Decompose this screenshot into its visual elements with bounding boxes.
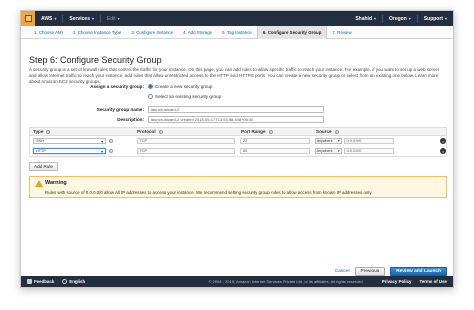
feedback-link[interactable]: Feedback [27,279,54,284]
radio-select-existing[interactable]: Select an existing security group [148,94,221,99]
wizard-step-review[interactable]: 7. Review [327,26,356,39]
radio-unselected-icon[interactable] [148,94,153,99]
page-description: A security group is a set of firewall ru… [29,67,440,84]
aws-logo-icon[interactable] [21,11,35,26]
warning-box: Warning Rules with source of 0.0.0.0/0 a… [29,176,447,198]
info-icon[interactable]: i [109,139,113,143]
chevron-down-icon: ▾ [54,16,57,21]
wizard-step-security-group[interactable]: 6. Configure Security Group [256,25,328,39]
info-icon[interactable]: i [268,129,273,134]
assign-row: Assign a security group: Create a new se… [29,84,212,89]
nav-region[interactable]: Oregon ▾ [383,16,417,22]
add-rule-button[interactable]: Add Rule [29,162,58,171]
nav-edit[interactable]: Edit ▾ [101,16,126,22]
remove-rule-icon[interactable]: × [440,148,446,154]
security-group-name-input[interactable]: launch-wizard-2 [148,106,324,113]
rules-header: Type i Protocol i Port Range i Source i [30,128,446,136]
info-icon[interactable]: i [158,129,163,134]
name-label: Security group name: [96,107,144,112]
remove-rule-icon[interactable]: × [440,138,446,144]
chevron-down-icon: ▾ [374,16,377,21]
header-type: Type [33,129,44,134]
browser-window: AWS ▾ Services ▾ Edit ▾ Shahid ▾ Oregon ▾ Sup… [20,10,454,288]
privacy-policy-link[interactable]: Privacy Policy [382,279,412,284]
header-port-range: Port Range [241,129,266,134]
chevron-down-icon: ▾ [444,16,447,21]
port-range-field: 22 [240,138,310,144]
review-and-launch-button[interactable]: Review and Launch [390,266,447,276]
header-source: Source [316,129,332,134]
nav-support[interactable]: Support ▾ [418,16,453,22]
warning-icon [35,180,43,187]
chevron-down-icon: ▾ [337,149,340,153]
top-nav: AWS ▾ Services ▾ Edit ▾ Shahid ▾ Oregon ▾ Sup… [21,11,453,26]
description-label: Description: [117,117,144,122]
chevron-down-icon: ▾ [101,149,103,154]
source-select[interactable]: Anywhere ▾ [314,148,342,154]
chevron-down-icon: ▾ [117,16,120,21]
type-select[interactable]: HTTP ▾ [33,148,106,154]
warning-title: Warning [45,180,67,186]
cancel-button[interactable]: Cancel [335,269,350,274]
wizard-step-configure-instance[interactable]: 3. Configure Instance [126,26,178,39]
rules-table: Type i Protocol i Port Range i Source i SSH ▾… [29,127,447,157]
assign-label: Assign a security group: [90,84,144,89]
nav-aws[interactable]: AWS ▾ [35,16,62,22]
wizard-step-choose-ami[interactable]: 1. Choose AMI [29,26,68,39]
radio-selected-icon[interactable] [148,84,153,89]
previous-button[interactable]: Previous [354,266,386,276]
info-icon[interactable]: i [109,149,113,153]
globe-icon [62,279,68,284]
info-icon[interactable]: i [46,129,51,134]
nav-services[interactable]: Services ▾ [63,16,100,22]
protocol-field: TCP [136,148,235,154]
wizard-step-add-storage[interactable]: 4. Add Storage [178,26,217,39]
radio-create-new[interactable]: Create a new security group [148,84,212,89]
chevron-down-icon: ▾ [337,139,340,143]
table-row: SSH ▾ i TCP 22 Anywhere ▾ 0.0.0.0/0 × [30,136,446,146]
protocol-field: TCP [136,138,235,144]
language-selector[interactable]: English [62,279,85,284]
chevron-down-icon: ▾ [408,16,411,21]
cidr-input[interactable]: 0.0.0.0/0 [343,148,394,154]
wizard-step-instance-type[interactable]: 2. Choose Instance Type [68,26,127,39]
chevron-down-icon: ▾ [91,16,94,21]
info-icon[interactable]: i [334,129,339,134]
warning-text: Rules with source of 0.0.0.0/0 allow all… [45,190,373,195]
copyright-text: © 2008 - 2015, Amazon Internet Services … [208,279,364,284]
security-group-description-input[interactable]: launch-wizard-2 created 2015-05-17T13:55… [148,116,324,123]
wizard-step-tag-instance[interactable]: 5. Tag Instance [217,26,257,39]
wizard-steps: 1. Choose AMI 2. Choose Instance Type 3.… [21,25,453,39]
type-select[interactable]: SSH ▾ [33,138,106,144]
port-range-field: 80 [240,148,310,154]
source-select[interactable]: Anywhere ▾ [314,138,342,144]
chevron-down-icon: ▾ [101,139,103,144]
name-row: Security group name: launch-wizard-2 [29,106,324,113]
header-protocol: Protocol [137,129,156,134]
footer: Feedback English © 2008 - 2015, Amazon I… [21,276,453,287]
table-row: HTTP ▾ i TCP 80 Anywhere ▾ 0.0.0.0/0 × [30,146,446,156]
feedback-icon [27,279,32,284]
terms-of-use-link[interactable]: Terms of Use [420,279,448,284]
nav-user[interactable]: Shahid ▾ [349,16,382,22]
description-row: Description: launch-wizard-2 created 201… [29,116,324,123]
page-title: Step 6: Configure Security Group [29,55,162,65]
cidr-input[interactable]: 0.0.0.0/0 [343,138,394,144]
